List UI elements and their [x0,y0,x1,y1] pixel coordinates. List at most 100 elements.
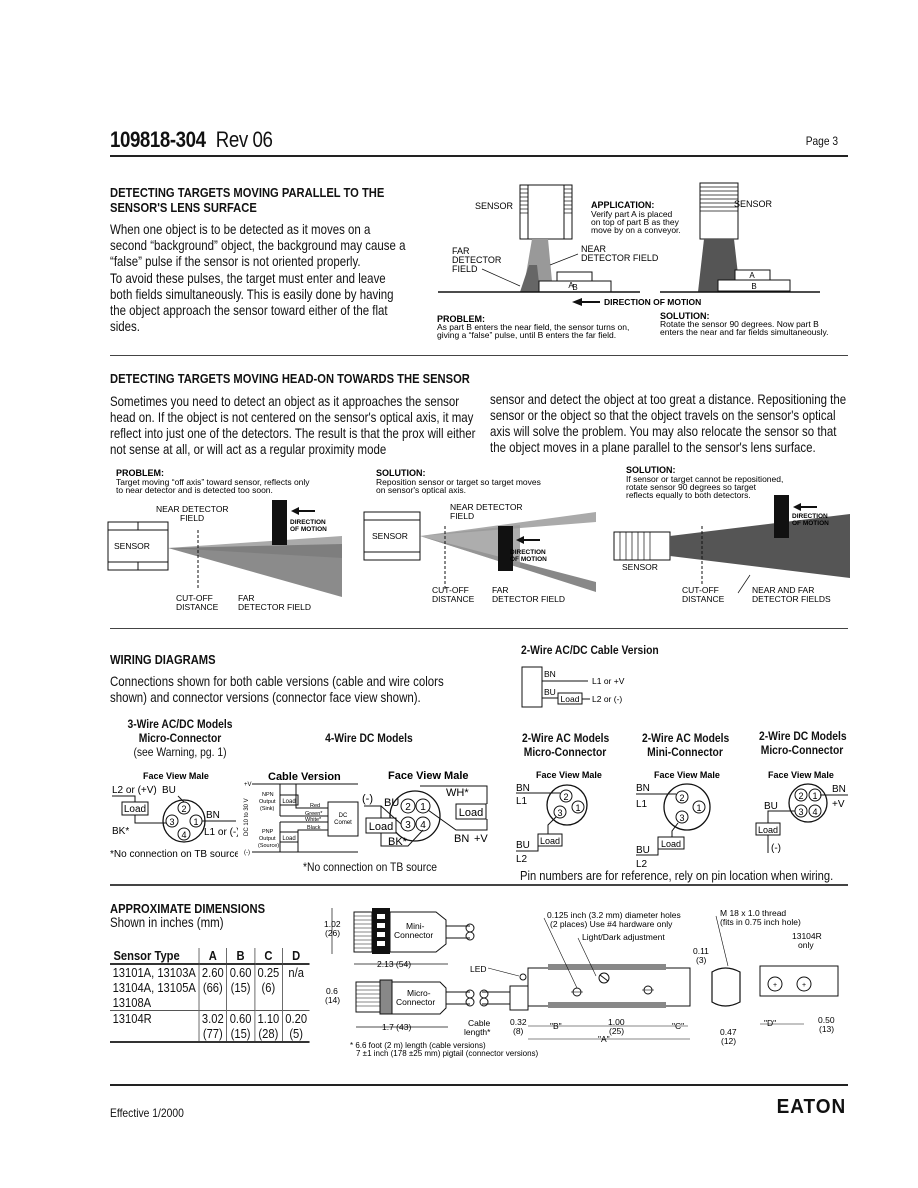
headon-figures: PROBLEM: Target moving “off axis” toward… [107,465,850,612]
led-label: LED [470,964,487,974]
eaton-logo: EATON [777,1096,846,1119]
adjust-label: Light/Dark adjustment [582,932,665,942]
svg-text:+: + [802,982,806,989]
parallel-para-1: When one object is to be detected as it … [110,221,406,269]
bn-label: BN [636,783,650,794]
connector-face [663,783,711,831]
face-view-label: Face View Male [536,770,602,780]
parallel-figure: SENSOR APPLICATION: Verify part A is pla… [437,182,829,340]
bu-label: BU [384,797,399,809]
far-label: DETECTOR FIELD [238,602,311,612]
solution-text: enters the near and far fields simultane… [660,327,829,337]
dim-label: (14) [325,995,340,1005]
heading-line: Micro-Connector [760,743,844,757]
wiring-title: WIRING DIAGRAMS [110,652,216,667]
heading-line: Mini-Connector [647,745,723,759]
sensor-body: + + [479,964,839,1011]
cable-label: length* [464,1027,491,1037]
title-line: SENSOR'S LENS SURFACE [110,200,257,215]
parallel-para-2: To avoid these pulses, the target must e… [110,270,394,334]
inch: 0.60 [229,965,252,980]
nearfar-label: DETECTOR FIELDS [752,594,831,604]
pin-3: 3 [405,820,411,831]
pin-1: 1 [193,817,198,827]
cell-c: 1.10 (28) [254,1010,283,1042]
part-b-label: B [751,282,756,291]
bu-label: BU [516,840,530,851]
bn-label: BN [516,783,530,794]
cutoff-label: DISTANCE [432,594,475,604]
direction-label: DIRECTION [510,549,546,556]
bu-label: BU [636,845,650,856]
type-line: 13104R [112,1011,152,1026]
bu-label: BU [544,687,556,697]
far-label: DETECTOR FIELD [492,594,565,604]
cell-d: n/a [281,964,310,1011]
plus-v-label: +V [244,782,252,788]
fig-text: reflects equally to both detectors. [626,490,751,500]
dc-label: Comet [334,820,352,826]
target-block [272,500,287,545]
cell-type: 13101A, 13103A 13104A, 13105A 13108A [110,964,199,1011]
bk-label: BK* [388,836,408,848]
near-label: FIELD [450,511,474,521]
problem-text: giving a “false” pulse, until B enters t… [437,330,616,340]
title-line: DETECTING TARGETS MOVING PARALLEL TO THE [110,185,385,200]
pin-4: 4 [420,820,426,831]
col-c: C [254,948,283,965]
part-a [556,271,593,282]
npn-label: (Sink) [260,806,275,812]
table-row: 13101A, 13103A 13104A, 13105A 13108A 2.60 (… [110,964,310,1011]
load-label: Load [369,821,393,833]
minus-label: (-) [362,793,373,805]
four-wire-heading: 4-Wire DC Models [325,731,413,745]
pin-3: 3 [169,817,174,827]
far-field-cone [520,265,540,292]
l1-label: L1 or (-) [204,827,238,838]
sensor-label: SENSOR [475,201,514,211]
sensor-label: SENSOR [734,199,773,209]
type-line: 13108A [112,995,152,1010]
headon-problem-figure: PROBLEM: Target moving “off axis” toward… [107,468,342,612]
heading-line: Micro-Connector [138,731,222,745]
bu-label: BU [162,785,176,796]
mm: (15) [230,1026,251,1041]
col-d: D [281,948,310,965]
bn-label: BN [454,833,469,845]
dimensions-subtitle: Shown in inches (mm) [110,914,224,930]
fig-text: to near detector and is detected too soo… [116,485,273,495]
target-block [774,495,789,538]
l2-label: L2 or (-) [592,694,622,704]
mm: (77) [202,1026,223,1041]
dim-label: 2.13 (54) [377,959,411,969]
cutoff-label: DISTANCE [682,594,725,604]
dc-comet-box [327,801,359,837]
headon-col-1: Sometimes you need to detect an object a… [110,393,476,457]
pin-3: 3 [798,807,803,817]
dim-label: "B" [550,1021,562,1031]
inch: 2.60 [201,965,224,980]
dim-label: (3) [696,955,707,965]
two-wire-cable-heading: 2-Wire AC/DC Cable Version [521,643,659,657]
l1-label: L1 [636,799,648,810]
l2-label: L2 or (+V) [112,785,157,796]
type-line: 13101A, 13103A [112,965,196,980]
direction-label: OF MOTION [290,526,327,533]
wiring-intro: Connections shown for both cable version… [110,673,444,705]
sensor-label: SENSOR [372,531,408,541]
footer-rule [110,1084,848,1086]
holes-label: (2 places) Use #4 hardware only [550,919,673,929]
four-wire-cable-diagram: Cable Version +V (-) DC 10 to 30 V NPN O… [244,771,359,856]
pin-1: 1 [812,791,817,801]
two-wire-cable-diagram: BN L1 or +V BU Load L2 or (-) [521,666,625,708]
mm: (15) [230,980,251,995]
col-a: A [198,948,227,965]
dim-label: (8) [513,1026,524,1036]
two-wire-ac-micro-diagram: Face View Male 2 3 1 BN L1 Load BU L2 [516,770,602,865]
face-view-label: Face View Male [388,770,469,782]
section-divider [110,628,848,629]
pin-4: 4 [812,807,817,817]
npn-label: NPN [262,792,274,798]
part-a-label: A [749,271,755,280]
far-field-label: FIELD [452,264,478,274]
